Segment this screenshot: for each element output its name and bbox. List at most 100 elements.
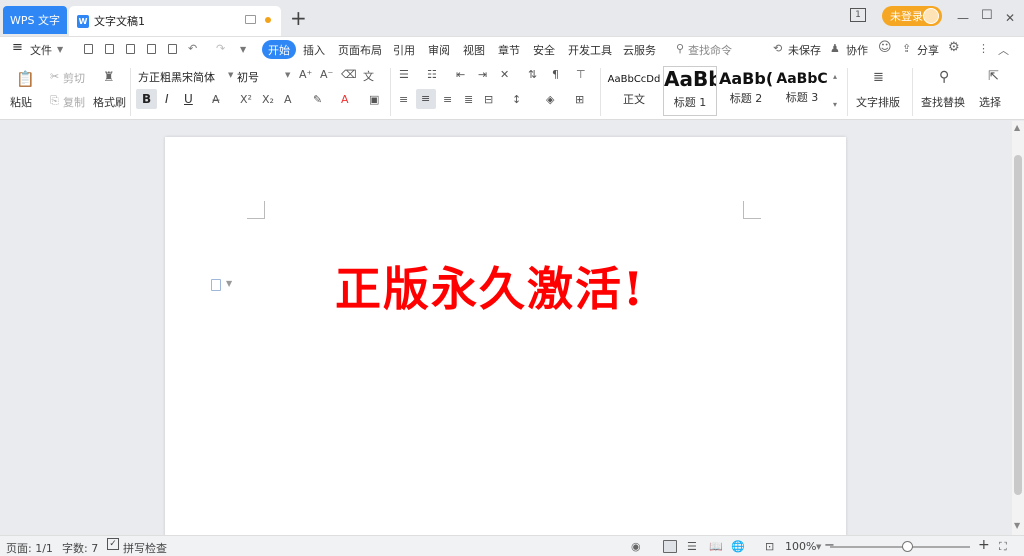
tab-view[interactable]: 视图	[463, 42, 485, 58]
outline-view-icon[interactable]: ☰	[687, 540, 697, 553]
save-icon[interactable]	[105, 44, 114, 54]
unsaved-status[interactable]: 未保存	[788, 42, 821, 58]
select-button[interactable]: 选择	[979, 94, 1001, 110]
distributed-icon[interactable]: ⊟	[484, 93, 493, 106]
print-icon[interactable]	[147, 44, 156, 54]
paste-icon[interactable]: 📋	[16, 70, 35, 88]
tab-insert[interactable]: 插入	[303, 42, 325, 58]
command-search-input[interactable]: 查找命令	[688, 42, 732, 58]
char-border-icon[interactable]: ▣	[369, 93, 379, 106]
bold-button[interactable]: B	[136, 89, 157, 109]
format-painter-button[interactable]: 格式刷	[93, 94, 126, 110]
settings-gear-icon[interactable]: ⚙	[948, 40, 960, 55]
word-count[interactable]: 字数: 7	[62, 540, 98, 556]
tab-review[interactable]: 审阅	[428, 42, 450, 58]
style-heading-1[interactable]: AaBb 标题 1	[663, 66, 717, 116]
align-right-icon[interactable]: ≡	[443, 93, 452, 106]
reading-view-icon[interactable]: 📖	[709, 540, 723, 553]
style-normal[interactable]: AaBbCcDd 正文	[606, 66, 662, 116]
maximize-button[interactable]: ☐	[981, 8, 993, 23]
collaborate-button[interactable]: 协作	[846, 42, 868, 58]
find-replace-button[interactable]: 查找替换	[921, 94, 965, 110]
tab-home[interactable]: 开始	[262, 40, 296, 59]
line-spacing-icon[interactable]: ↕	[512, 93, 521, 106]
web-view-icon[interactable]: 🌐	[731, 540, 745, 553]
zoom-slider-track[interactable]	[830, 546, 970, 548]
file-menu[interactable]: 文件	[30, 42, 52, 58]
open-icon[interactable]	[84, 44, 93, 54]
document-headline[interactable]: 正版永久激活!	[335, 253, 645, 319]
increase-indent-icon[interactable]: ⇥	[478, 68, 487, 81]
paragraph-handle-icon[interactable]	[211, 279, 221, 291]
borders-icon[interactable]: ⊞	[575, 93, 584, 106]
chinese-layout-icon[interactable]: ✕	[500, 68, 509, 81]
close-button[interactable]: ✕	[1005, 11, 1015, 25]
tab-references[interactable]: 引用	[393, 42, 415, 58]
font-size-select[interactable]: 初号	[236, 68, 290, 85]
style-heading-3[interactable]: AaBbC 标题 3	[775, 66, 829, 116]
undo-icon[interactable]: ↶	[188, 42, 197, 55]
sort-icon[interactable]: ⇅	[528, 68, 537, 81]
zoom-level[interactable]: 100%	[785, 540, 816, 553]
customize-quick-access-icon[interactable]: ▼	[240, 45, 246, 54]
styles-more-icon[interactable]: ▾	[833, 100, 837, 109]
document-page[interactable]: ▼ 正版永久激活!	[165, 137, 846, 535]
tab-stops-icon[interactable]: ⊤	[576, 68, 586, 81]
export-icon[interactable]	[126, 44, 135, 54]
fit-page-icon[interactable]: ⊡	[765, 540, 774, 553]
decrease-indent-icon[interactable]: ⇤	[456, 68, 465, 81]
text-effect-icon[interactable]: A	[284, 93, 292, 106]
subscript-icon[interactable]: X₂	[262, 93, 274, 106]
justify-icon[interactable]: ≣	[464, 93, 473, 106]
styles-scroll-up-icon[interactable]: ▴	[833, 72, 837, 81]
shading-icon[interactable]: ◈	[546, 93, 554, 106]
hamburger-menu-icon[interactable]: ≡	[12, 40, 23, 55]
bullet-list-icon[interactable]: ☰	[399, 68, 409, 81]
tab-security[interactable]: 安全	[533, 42, 555, 58]
numbered-list-icon[interactable]: ☷	[427, 68, 437, 81]
collapse-ribbon-icon[interactable]: ︿	[998, 42, 1009, 58]
align-left-icon[interactable]: ≡	[399, 93, 408, 106]
page-view-indicator[interactable]: 1	[850, 8, 866, 22]
login-button[interactable]: 未登录	[882, 6, 942, 26]
monitor-icon[interactable]	[245, 15, 256, 24]
font-color-icon[interactable]: A	[341, 93, 349, 106]
preview-icon[interactable]	[168, 44, 177, 54]
scrollbar-thumb[interactable]	[1014, 155, 1022, 495]
fullscreen-icon[interactable]: ⛶	[999, 540, 1007, 554]
tab-developer[interactable]: 开发工具	[568, 42, 612, 58]
cut-button[interactable]: 剪切	[63, 70, 85, 86]
superscript-icon[interactable]: X²	[240, 93, 252, 106]
minimize-button[interactable]: —	[957, 11, 969, 25]
scroll-down-icon[interactable]: ▼	[1014, 521, 1020, 530]
document-canvas[interactable]: ▼ 正版永久激活!	[0, 121, 1012, 535]
redo-icon[interactable]: ↷	[216, 42, 225, 55]
scroll-up-icon[interactable]: ▲	[1014, 123, 1020, 132]
paste-button[interactable]: 粘贴	[10, 94, 32, 110]
clear-format-icon[interactable]: ⌫	[341, 68, 357, 81]
more-options-icon[interactable]: ⋮	[978, 42, 989, 55]
pinyin-guide-icon[interactable]: 文	[363, 68, 374, 84]
align-center-button[interactable]: ≡	[416, 89, 436, 109]
share-button[interactable]: 分享	[917, 42, 939, 58]
shrink-font-icon[interactable]: A⁻	[320, 68, 333, 81]
zoom-slider-handle[interactable]	[902, 541, 913, 552]
document-tab[interactable]: W 文字文稿1	[69, 6, 281, 36]
tab-sections[interactable]: 章节	[498, 42, 520, 58]
vertical-scrollbar[interactable]: ▲ ▼	[1012, 121, 1024, 535]
eye-protection-icon[interactable]: ◉	[631, 540, 641, 553]
highlight-icon[interactable]: ✎	[313, 93, 322, 106]
copy-button[interactable]: 复制	[63, 94, 85, 110]
app-tab-wps[interactable]: WPS 文字	[3, 6, 67, 34]
text-layout-button[interactable]: 文字排版	[856, 94, 900, 110]
tab-page-layout[interactable]: 页面布局	[338, 42, 382, 58]
style-heading-2[interactable]: AaBb( 标题 2	[719, 66, 773, 116]
page-count[interactable]: 页面: 1/1	[6, 540, 53, 556]
spellcheck-button[interactable]: 拼写检查	[123, 540, 167, 556]
tab-cloud-services[interactable]: 云服务	[623, 42, 656, 58]
grow-font-icon[interactable]: A⁺	[299, 68, 312, 81]
italic-button[interactable]: I	[165, 92, 169, 106]
zoom-in-button[interactable]: +	[978, 537, 990, 553]
new-tab-button[interactable]: +	[290, 7, 307, 29]
show-marks-icon[interactable]: ¶	[552, 68, 559, 81]
